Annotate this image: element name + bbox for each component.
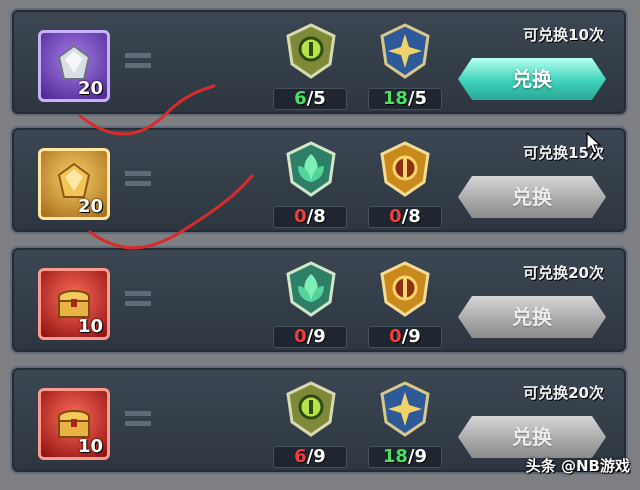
gold-emblem-icon <box>376 260 434 318</box>
mouse-cursor-icon <box>586 132 602 154</box>
reward-item[interactable]: 20 <box>38 148 110 220</box>
exchange-row: 10 0/9 0/9 可兑换20次 兑换 <box>10 246 628 354</box>
exchange-limit: 可兑换20次 <box>523 384 604 402</box>
reward-item[interactable]: 20 <box>38 30 110 102</box>
reward-count: 10 <box>77 436 103 457</box>
exchange-row: 20 6/5 18/5 可兑换10次 兑换 <box>10 8 628 116</box>
exchange-button[interactable]: 兑换 <box>458 416 606 458</box>
cost-count: 0/8 <box>273 206 347 228</box>
gold-emblem-icon <box>376 140 434 198</box>
blue-star-emblem-icon <box>376 380 434 438</box>
exchange-button[interactable]: 兑换 <box>458 58 606 100</box>
equals-icon <box>125 168 151 190</box>
watermark: 头条 @NB游戏 <box>525 457 630 475</box>
exchange-limit: 可兑换20次 <box>523 264 604 282</box>
cost-count: 0/8 <box>368 206 442 228</box>
equals-icon <box>125 50 151 72</box>
green-leaf-emblem-icon <box>282 140 340 198</box>
cost-count: 6/5 <box>273 88 347 110</box>
reward-item[interactable]: 10 <box>38 388 110 460</box>
exchange-panel: 20 6/5 18/5 可兑换10次 兑换 20 0/8 0/8 可兑换15次 … <box>0 0 640 490</box>
equals-icon <box>125 408 151 430</box>
equals-icon <box>125 288 151 310</box>
reward-item[interactable]: 10 <box>38 268 110 340</box>
cost-count: 18/9 <box>368 446 442 468</box>
reward-count: 20 <box>77 78 103 99</box>
reward-count: 10 <box>77 316 103 337</box>
exchange-button[interactable]: 兑换 <box>458 176 606 218</box>
cost-count: 18/5 <box>368 88 442 110</box>
cost-count: 0/9 <box>273 326 347 348</box>
cost-count: 0/9 <box>368 326 442 348</box>
blue-star-emblem-icon <box>376 22 434 80</box>
green-emblem-icon <box>282 22 340 80</box>
exchange-row: 20 0/8 0/8 可兑换15次 兑换 <box>10 126 628 234</box>
exchange-limit: 可兑换10次 <box>523 26 604 44</box>
cost-count: 6/9 <box>273 446 347 468</box>
exchange-button[interactable]: 兑换 <box>458 296 606 338</box>
reward-count: 20 <box>77 196 103 217</box>
green-emblem-icon <box>282 380 340 438</box>
green-leaf-emblem-icon <box>282 260 340 318</box>
